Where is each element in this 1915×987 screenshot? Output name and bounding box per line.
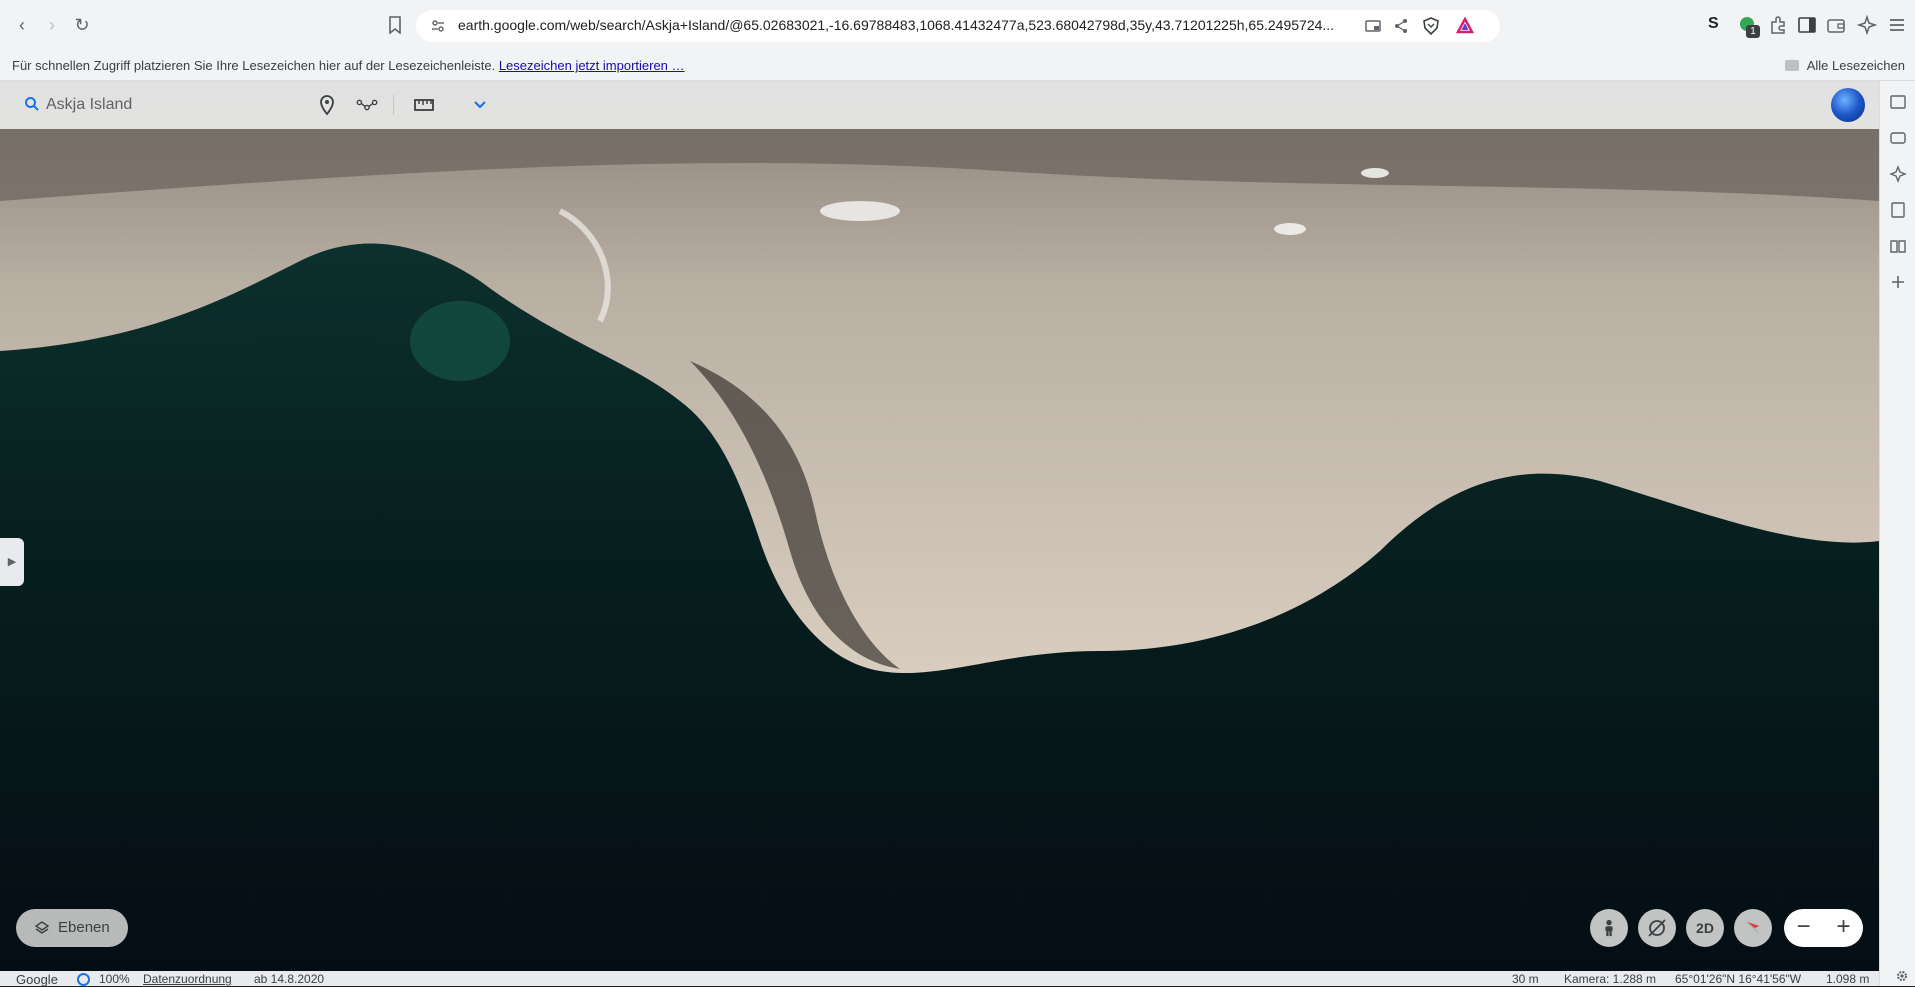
site-settings-icon[interactable] [430, 18, 446, 34]
scale-label: 30 m [1512, 972, 1539, 986]
compass-icon [1746, 921, 1760, 935]
view-2d-button[interactable]: 2D [1686, 909, 1724, 947]
browser-toolbar: ‹ › ↻ earth.google.com/web/search/Askja+… [0, 0, 1915, 50]
coordinates: 65°01'26"N 16°41'56"W [1675, 972, 1802, 986]
browser-side-panel [1879, 81, 1915, 986]
status-bar: Google 100% Datenzuordnung ab 14.8.2020 … [0, 971, 1879, 987]
extension-s-icon[interactable]: S [1708, 15, 1728, 35]
reload-icon[interactable]: ↻ [70, 13, 94, 37]
layers-icon [34, 921, 50, 934]
toolbar-divider [393, 95, 394, 115]
loading-ring-icon [77, 973, 90, 986]
folder-icon [1784, 60, 1799, 71]
bookmarks-hint-text: Für schnellen Zugriff platzieren Sie Ihr… [12, 58, 496, 73]
chevron-down-icon[interactable] [469, 94, 491, 116]
bookmark-icon[interactable] [388, 16, 402, 34]
bookmarks-import-link[interactable]: Lesezeichen jetzt importieren … [499, 58, 685, 73]
imagery-date: ab 14.8.2020 [254, 972, 325, 986]
share-icon[interactable] [1392, 17, 1410, 35]
load-percent: 100% [99, 972, 130, 986]
search-icon[interactable] [24, 96, 40, 112]
cast-icon[interactable] [1364, 17, 1382, 35]
menu-icon[interactable] [1887, 15, 1907, 35]
google-logo: Google [16, 972, 58, 987]
bookmarks-bar: Für schnellen Zugriff platzieren Sie Ihr… [0, 50, 1915, 81]
globe-icon[interactable] [1831, 88, 1865, 122]
extension-badge: 1 [1746, 25, 1760, 38]
path-icon[interactable] [356, 94, 378, 116]
all-bookmarks-button[interactable]: Alle Lesezeichen [1784, 58, 1905, 73]
camera-altitude: Kamera: 1.288 m [1564, 972, 1657, 986]
browser-window: ‹ › ↻ earth.google.com/web/search/Askja+… [0, 0, 1915, 987]
layers-button[interactable]: Ebenen [16, 909, 128, 947]
back-icon[interactable]: ‹ [10, 13, 34, 37]
panel-toggle-button[interactable]: ▶ [0, 538, 24, 586]
brave-shield-icon[interactable] [1422, 17, 1440, 35]
news-icon[interactable] [1889, 93, 1907, 111]
settings-icon[interactable] [1895, 969, 1909, 983]
wallet-side-icon[interactable] [1889, 129, 1907, 147]
compass-button[interactable] [1734, 909, 1772, 947]
leo-side-icon[interactable] [1889, 165, 1907, 183]
elevation: 1.098 m [1826, 972, 1870, 986]
layers-label: Ebenen [58, 919, 110, 936]
forward-icon[interactable]: › [40, 13, 64, 37]
ruler-icon[interactable] [413, 94, 435, 116]
search-input[interactable] [46, 92, 296, 118]
earth-toolbar [0, 81, 1879, 129]
reading-list-icon[interactable] [1889, 237, 1907, 255]
terrain-imagery [0, 81, 1879, 971]
extensions-puzzle-icon[interactable] [1768, 15, 1788, 35]
attribution-link[interactable]: Datenzuordnung [143, 972, 232, 986]
add-panel-icon[interactable] [1889, 273, 1907, 291]
brave-rewards-icon[interactable] [1456, 17, 1474, 35]
zoom-control: − + [1784, 909, 1863, 947]
bookmarks-side-icon[interactable] [1889, 201, 1907, 219]
url-text[interactable]: earth.google.com/web/search/Askja+Island… [458, 17, 1358, 33]
earth-map-view[interactable] [0, 81, 1879, 971]
pegman-icon [1605, 919, 1613, 937]
all-bookmarks-label: Alle Lesezeichen [1806, 58, 1905, 73]
leo-ai-icon[interactable] [1857, 15, 1877, 35]
address-bar[interactable]: earth.google.com/web/search/Askja+Island… [416, 10, 1500, 42]
bookmarks-hint: Für schnellen Zugriff platzieren Sie Ihr… [12, 58, 685, 73]
zoom-in-button[interactable]: + [1824, 909, 1863, 947]
zoom-out-button[interactable]: − [1784, 909, 1823, 947]
sidebar-icon[interactable] [1797, 15, 1817, 35]
place-marker-icon[interactable] [316, 94, 338, 116]
rotate-off-icon [1648, 919, 1666, 937]
wallet-icon[interactable] [1826, 15, 1846, 35]
tilt-toggle-button[interactable] [1638, 909, 1676, 947]
pegman-button[interactable] [1590, 909, 1628, 947]
